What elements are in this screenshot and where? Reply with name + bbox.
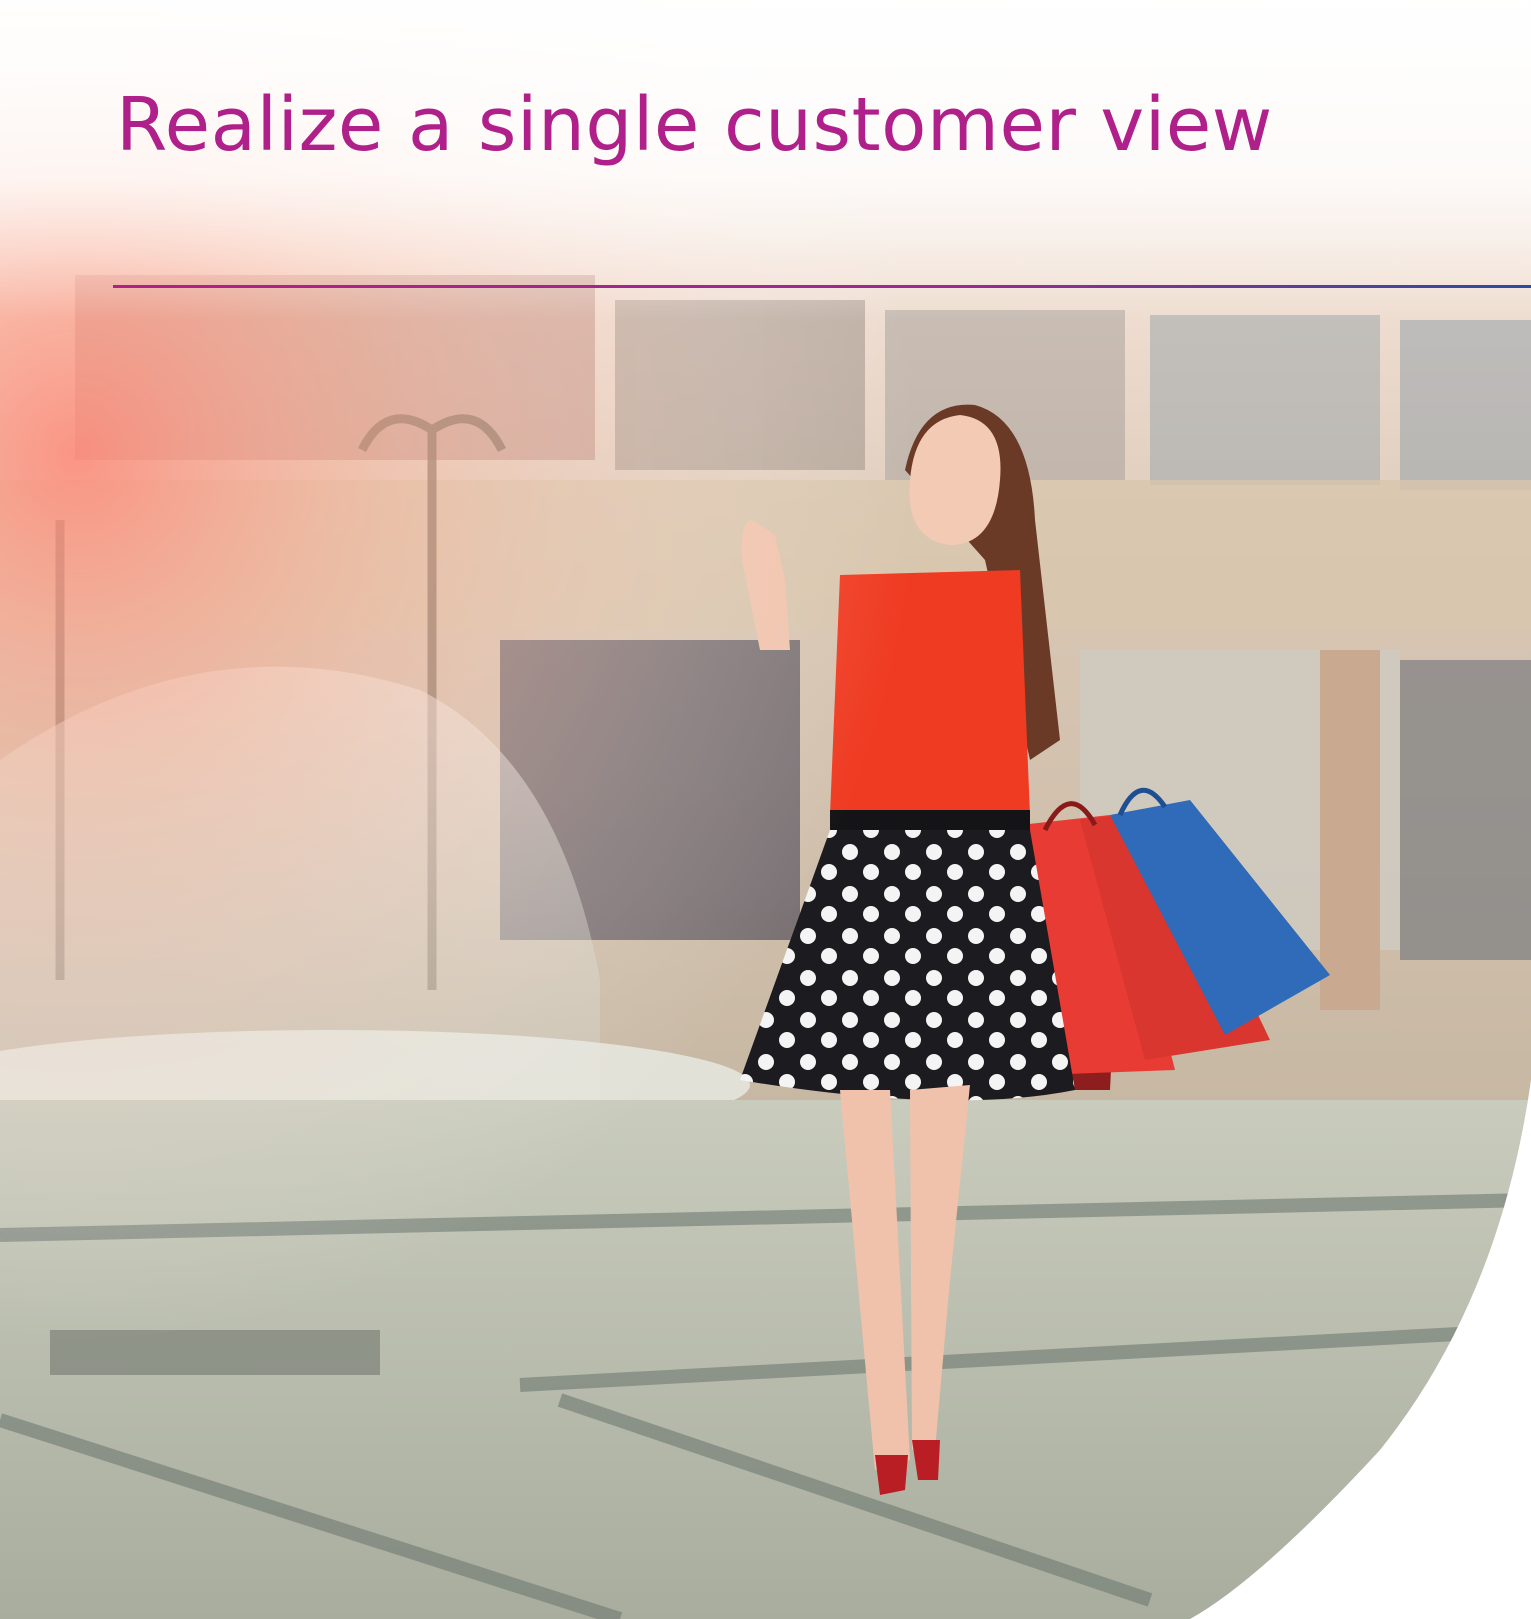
brochure-page: Realize a single customer view xyxy=(0,0,1531,1619)
title-divider xyxy=(113,285,1531,288)
page-title: Realize a single customer view xyxy=(116,82,1273,168)
hero-photo xyxy=(0,0,1531,1619)
